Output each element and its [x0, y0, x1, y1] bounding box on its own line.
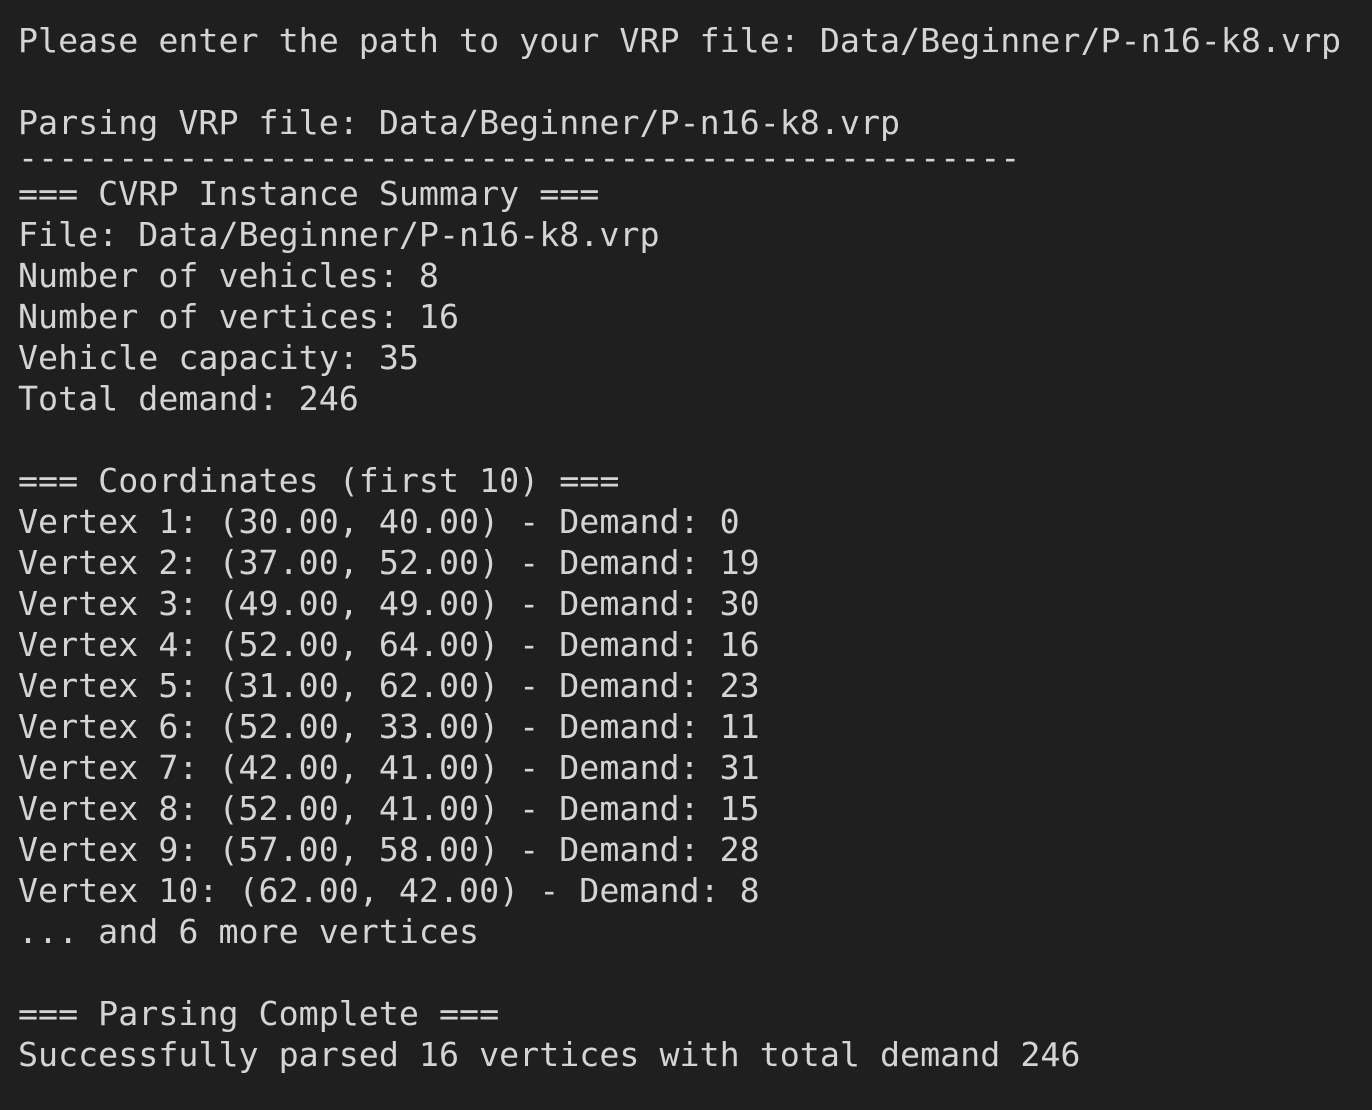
prompt-line: Please enter the path to your VRP file: …	[18, 21, 1342, 60]
vertex-line: Vertex 5: (31.00, 62.00) - Demand: 23	[18, 666, 760, 705]
vertex-line: Vertex 4: (52.00, 64.00) - Demand: 16	[18, 625, 760, 664]
terminal-output[interactable]: Please enter the path to your VRP file: …	[0, 0, 1372, 1110]
vertex-line: Vertex 8: (52.00, 41.00) - Demand: 15	[18, 789, 760, 828]
vertex-line: Vertex 3: (49.00, 49.00) - Demand: 30	[18, 584, 760, 623]
parsing-line: Parsing VRP file: Data/Beginner/P-n16-k8…	[18, 103, 901, 142]
complete-header: === Parsing Complete ===	[18, 994, 500, 1033]
vertices-count-line: Number of vertices: 16	[18, 297, 460, 336]
total-demand-line: Total demand: 246	[18, 379, 359, 418]
success-line: Successfully parsed 16 vertices with tot…	[18, 1035, 1081, 1074]
coords-header: === Coordinates (first 10) ===	[18, 461, 620, 500]
summary-header: === CVRP Instance Summary ===	[18, 174, 600, 213]
more-vertices-line: ... and 6 more vertices	[18, 912, 480, 951]
vehicles-line: Number of vehicles: 8	[18, 256, 439, 295]
separator-line: ----------------------------------------…	[18, 143, 1021, 173]
vertex-line: Vertex 7: (42.00, 41.00) - Demand: 31	[18, 748, 760, 787]
vertex-line: Vertex 2: (37.00, 52.00) - Demand: 19	[18, 543, 760, 582]
vertex-line: Vertex 10: (62.00, 42.00) - Demand: 8	[18, 871, 760, 910]
vertex-line: Vertex 6: (52.00, 33.00) - Demand: 11	[18, 707, 760, 746]
capacity-line: Vehicle capacity: 35	[18, 338, 419, 377]
vertex-line: Vertex 9: (57.00, 58.00) - Demand: 28	[18, 830, 760, 869]
file-line: File: Data/Beginner/P-n16-k8.vrp	[18, 215, 660, 254]
vertex-line: Vertex 1: (30.00, 40.00) - Demand: 0	[18, 502, 740, 541]
